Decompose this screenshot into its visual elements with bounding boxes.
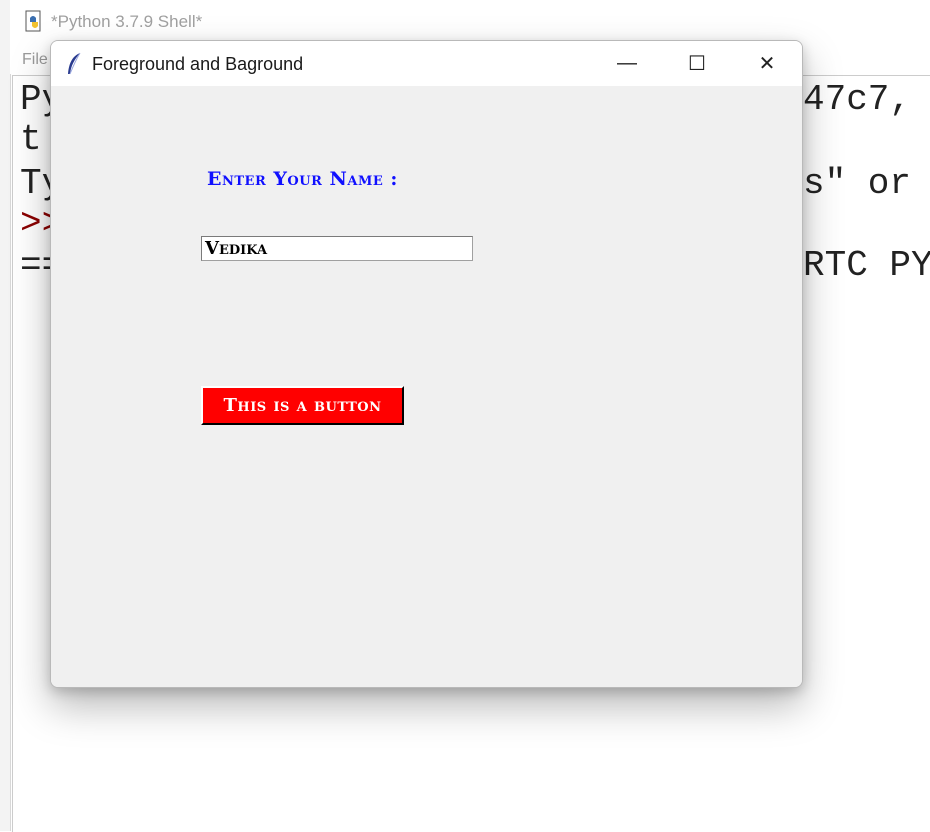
main-button[interactable]: This is a button <box>201 386 404 425</box>
close-icon: ✕ <box>758 53 776 75</box>
tk-window-body: Enter Your Name : Vedika This is a butto… <box>51 86 802 687</box>
desktop-edge <box>0 0 11 831</box>
tk-feather-icon <box>68 52 81 75</box>
name-label: Enter Your Name : <box>207 168 398 190</box>
shell-line-5-right: RTC PY <box>803 245 930 286</box>
shell-line-2-left: t <box>20 119 42 160</box>
shell-line-1-right: 47c7, <box>803 79 930 120</box>
menu-file[interactable]: File <box>22 51 48 69</box>
maximize-icon: ☐ <box>688 53 706 75</box>
close-button[interactable]: ✕ <box>732 41 802 86</box>
tk-window: Foreground and Baground — ☐ ✕ Enter Your… <box>50 40 803 688</box>
shell-titlebar[interactable]: *Python 3.7.9 Shell* <box>10 0 930 44</box>
tk-titlebar[interactable]: Foreground and Baground — ☐ ✕ <box>51 41 802 86</box>
name-entry[interactable]: Vedika <box>201 236 473 261</box>
python-file-icon <box>25 10 41 32</box>
minimize-icon: — <box>617 52 637 74</box>
maximize-button[interactable]: ☐ <box>662 41 732 86</box>
shell-line-3-right: s" or <box>803 163 912 204</box>
shell-title: *Python 3.7.9 Shell* <box>51 12 203 31</box>
minimize-button[interactable]: — <box>592 41 662 86</box>
tk-window-title: Foreground and Baground <box>92 54 304 74</box>
